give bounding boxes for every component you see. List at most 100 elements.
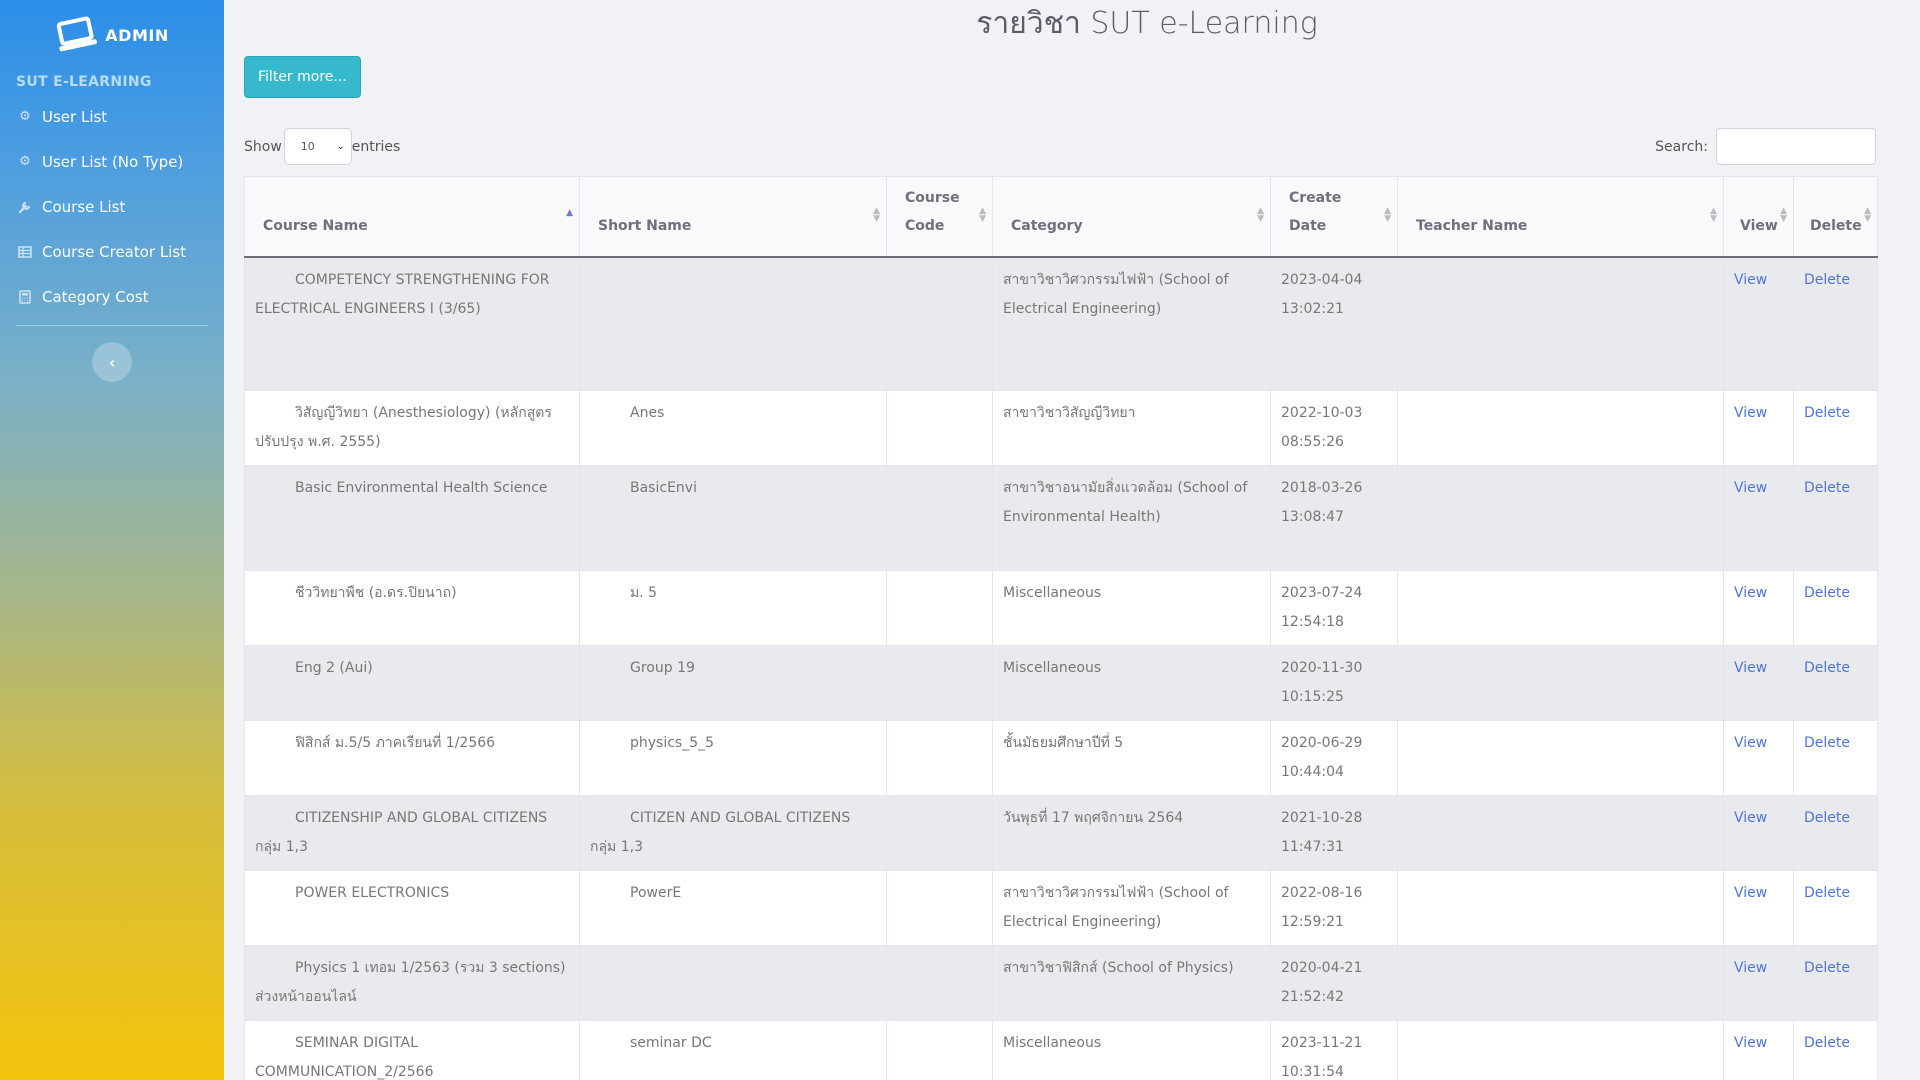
short-name-cell: Group 19 [579, 645, 887, 721]
course-table-wrapper: Course Name ▲ Short Name ▲ ▼ Course Code ▲ ▼ … [244, 176, 1878, 1080]
create-date-cell: 2020-04-21 21:52:42 [1270, 945, 1398, 1021]
sort-icon: ▲ ▼ [1257, 206, 1264, 224]
category-cell: สาขาวิชาอนามัยสิ่งแวดล้อม (School of Env… [992, 465, 1271, 571]
sidebar-item-course-list[interactable]: Course List [0, 184, 224, 229]
table-row: CITIZENSHIP AND GLOBAL CITIZENS กลุ่ม 1,… [244, 795, 1878, 871]
create-date-cell: 2021-10-28 11:47:31 [1270, 795, 1398, 871]
category-cell: สาขาวิชาวิศวกรรมไฟฟ้า (School of Electri… [992, 256, 1271, 391]
delete-link[interactable]: Delete [1793, 945, 1878, 1021]
delete-link[interactable]: Delete [1793, 256, 1878, 391]
sidebar-item-label: Course Creator List [42, 242, 187, 261]
delete-link[interactable]: Delete [1793, 870, 1878, 946]
delete-link[interactable]: Delete [1793, 795, 1878, 871]
create-date-cell: 2022-10-03 08:55:26 [1270, 390, 1398, 466]
search-label: Search: [1655, 138, 1708, 155]
course-name-cell: ชีววิทยาพืช (อ.ดร.ปิยนาถ) [244, 570, 580, 646]
delete-link[interactable]: Delete [1793, 390, 1878, 466]
brand[interactable]: ADMIN [0, 0, 224, 66]
column-header-course-name[interactable]: Course Name ▲ [244, 176, 580, 258]
column-header-teacher-name[interactable]: Teacher Name ▲ ▼ [1397, 176, 1724, 258]
delete-link[interactable]: Delete [1793, 645, 1878, 721]
search-input[interactable] [1716, 128, 1876, 165]
delete-link[interactable]: Delete [1793, 720, 1878, 796]
course-code-cell [886, 795, 993, 871]
view-link[interactable]: View [1723, 1020, 1794, 1080]
course-code-cell [886, 945, 993, 1021]
create-date-cell: 2022-08-16 12:59:21 [1270, 870, 1398, 946]
course-name-cell: Physics 1 เทอม 1/2563 (รวม 3 sections) ส… [244, 945, 580, 1021]
entries-label: entries [351, 138, 401, 155]
short-name-cell [579, 945, 887, 1021]
teacher-name-cell [1397, 645, 1724, 721]
column-header-view[interactable]: View ▲ ▼ [1723, 176, 1794, 258]
chevron-left-icon: ‹ [108, 352, 116, 372]
column-header-create-date[interactable]: Create Date ▲ ▼ [1270, 176, 1398, 258]
course-name-cell: วิสัญญีวิทยา (Anesthesiology) (หลักสูตรป… [244, 390, 580, 466]
sidebar-divider [16, 325, 208, 326]
short-name-cell: physics_5_5 [579, 720, 887, 796]
category-cell: สาขาวิชาวิศวกรรมไฟฟ้า (School of Electri… [992, 870, 1271, 946]
course-code-cell [886, 465, 993, 571]
sidebar-toggle-button[interactable]: ‹ [92, 342, 132, 382]
course-code-cell [886, 720, 993, 796]
view-link[interactable]: View [1723, 870, 1794, 946]
show-entries-control: Show 10 ⌄ entries [244, 128, 400, 165]
sidebar-item-course-creator-list[interactable]: Course Creator List [0, 229, 224, 274]
category-cell: วันพุธที่ 17 พฤศจิกายน 2564 [992, 795, 1271, 871]
entries-select[interactable]: 10 ⌄ [283, 128, 352, 165]
show-label: Show [244, 138, 282, 155]
create-date-cell: 2023-04-04 13:02:21 [1270, 256, 1398, 391]
column-header-category[interactable]: Category ▲ ▼ [992, 176, 1271, 258]
delete-link[interactable]: Delete [1793, 465, 1878, 571]
short-name-cell: CITIZEN AND GLOBAL CITIZENS กลุ่ม 1,3 [579, 795, 887, 871]
short-name-cell: ม. 5 [579, 570, 887, 646]
course-name-cell: Eng 2 (Aui) [244, 645, 580, 721]
sidebar-item-user-list[interactable]: ⚙ User List [0, 94, 224, 139]
view-link[interactable]: View [1723, 570, 1794, 646]
course-code-cell [886, 256, 993, 391]
table-row: COMPETENCY STRENGTHENING FOR ELECTRICAL … [244, 256, 1878, 391]
teacher-name-cell [1397, 390, 1724, 466]
teacher-name-cell [1397, 720, 1724, 796]
sidebar-item-label: Category Cost [42, 287, 149, 306]
sidebar-heading: SUT E-LEARNING [16, 74, 152, 90]
course-code-cell [886, 1020, 993, 1080]
main-content: รายวิชา SUT e-Learning Filter more... Sh… [224, 0, 1920, 1080]
teacher-name-cell [1397, 945, 1724, 1021]
delete-link[interactable]: Delete [1793, 570, 1878, 646]
sidebar-item-label: User List (No Type) [42, 152, 184, 171]
category-cell: Miscellaneous [992, 645, 1271, 721]
column-label: Short Name [598, 217, 692, 234]
create-date-cell: 2020-11-30 10:15:25 [1270, 645, 1398, 721]
view-link[interactable]: View [1723, 795, 1794, 871]
view-link[interactable]: View [1723, 720, 1794, 796]
column-header-course-code[interactable]: Course Code ▲ ▼ [886, 176, 993, 258]
chevron-down-icon: ⌄ [336, 141, 345, 152]
short-name-cell: PowerE [579, 870, 887, 946]
filter-more-button[interactable]: Filter more... [244, 56, 361, 98]
column-header-short-name[interactable]: Short Name ▲ ▼ [579, 176, 887, 258]
table-row: ชีววิทยาพืช (อ.ดร.ปิยนาถ) ม. 5 Miscellaneo… [244, 570, 1878, 646]
view-link[interactable]: View [1723, 256, 1794, 391]
table-row: SEMINAR DIGITAL COMMUNICATION_2/2566 semi… [244, 1020, 1878, 1080]
table-body: COMPETENCY STRENGTHENING FOR ELECTRICAL … [244, 256, 1878, 1080]
course-name-cell: SEMINAR DIGITAL COMMUNICATION_2/2566 [244, 1020, 580, 1080]
view-link[interactable]: View [1723, 945, 1794, 1021]
view-link[interactable]: View [1723, 390, 1794, 466]
column-header-delete[interactable]: Delete ▲ ▼ [1793, 176, 1878, 258]
create-date-cell: 2023-07-24 12:54:18 [1270, 570, 1398, 646]
table-row: Eng 2 (Aui) Group 19 Miscellaneous 2020-11-… [244, 645, 1878, 721]
column-label: Teacher Name [1416, 217, 1528, 234]
category-cell: ชั้นมัธยมศึกษาปีที่ 5 [992, 720, 1271, 796]
category-cell: Miscellaneous [992, 1020, 1271, 1080]
view-link[interactable]: View [1723, 465, 1794, 571]
table-row: POWER ELECTRONICS PowerE สาขาวิชาวิศวกรรมไ… [244, 870, 1878, 946]
table-header-row: Course Name ▲ Short Name ▲ ▼ Course Code ▲ ▼ … [244, 176, 1878, 258]
entries-select-value: 10 [300, 140, 315, 153]
delete-link[interactable]: Delete [1793, 1020, 1878, 1080]
sidebar-item-user-list-no-type[interactable]: ⚙ User List (No Type) [0, 139, 224, 184]
view-link[interactable]: View [1723, 645, 1794, 721]
search-control: Search: [1655, 128, 1876, 165]
sort-icon: ▲ ▼ [873, 206, 880, 224]
sidebar-item-category-cost[interactable]: Category Cost [0, 274, 224, 319]
